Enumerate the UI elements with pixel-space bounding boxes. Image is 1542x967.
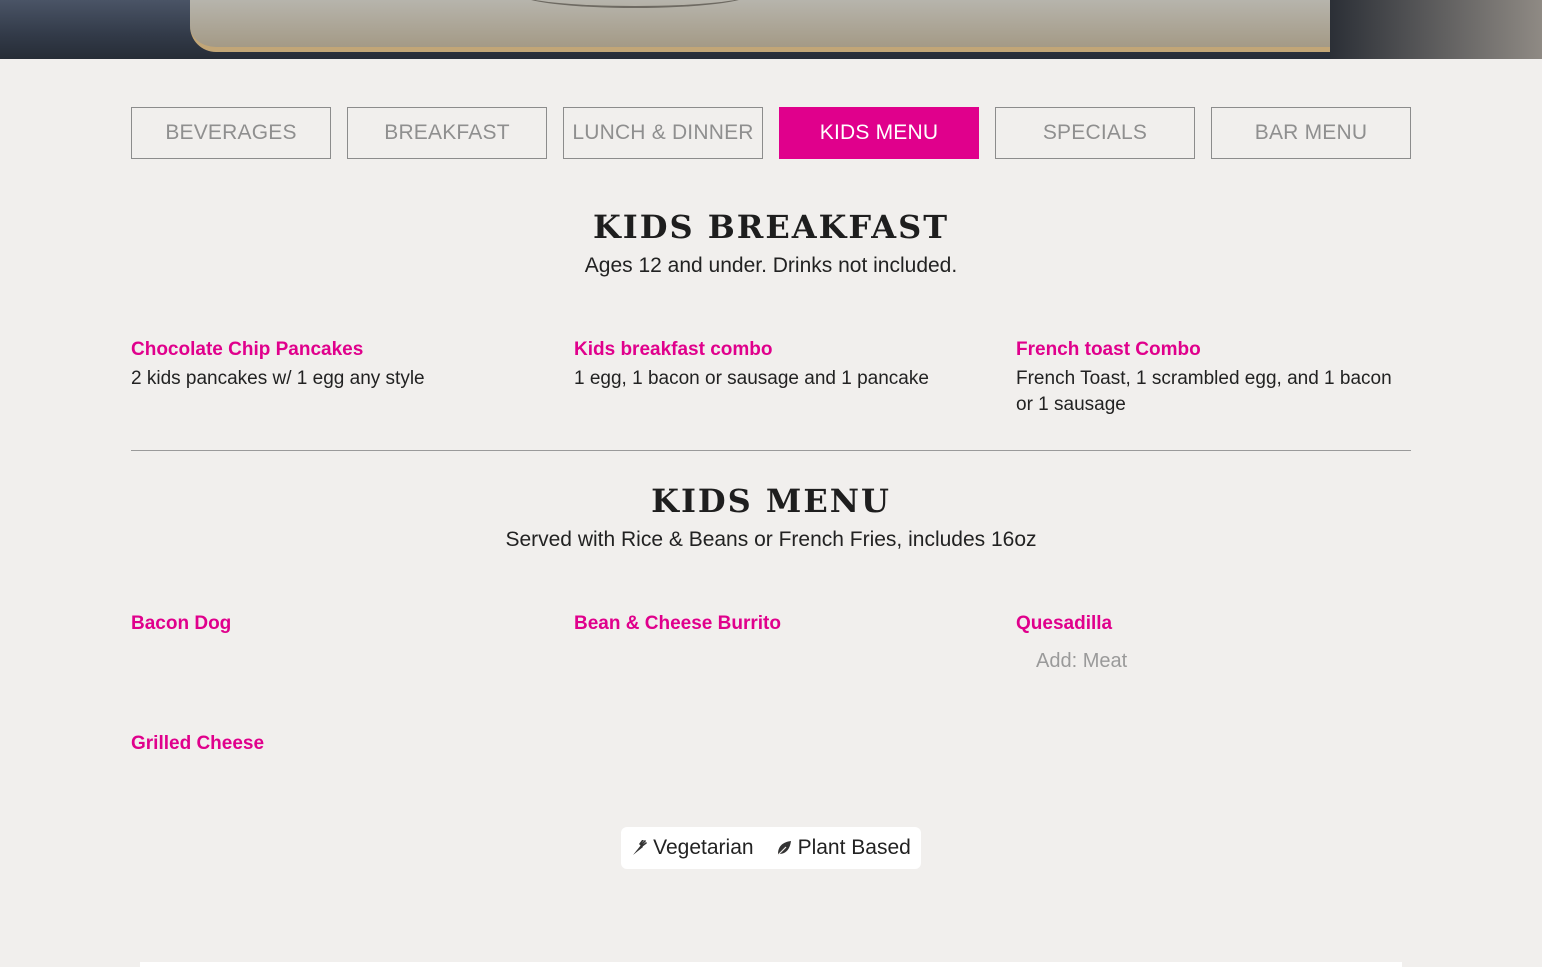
menu-tabs: BEVERAGES BREAKFAST LUNCH & DINNER KIDS … bbox=[131, 107, 1411, 159]
menu-item: Quesadilla Add: Meat bbox=[1016, 612, 1411, 673]
item-description: French Toast, 1 scrambled egg, and 1 bac… bbox=[1016, 368, 1392, 415]
menu-item: Bean & Cheese Burrito bbox=[574, 612, 969, 636]
menu-item: French toast Combo French Toast, 1 scram… bbox=[1016, 338, 1411, 418]
menu-item: Bacon Dog bbox=[131, 612, 526, 636]
hero-plate bbox=[190, 0, 1360, 52]
diet-legend: Vegetarian Plant Based bbox=[621, 827, 921, 869]
item-name: Bean & Cheese Burrito bbox=[574, 613, 781, 634]
tab-kids-menu[interactable]: KIDS MENU bbox=[779, 107, 979, 159]
item-addon: Add: Meat bbox=[1036, 650, 1128, 672]
item-name: Grilled Cheese bbox=[131, 733, 265, 754]
legend-plant-based: Plant Based bbox=[776, 836, 911, 860]
legend-label: Vegetarian bbox=[653, 836, 754, 859]
carrot-icon bbox=[631, 840, 647, 856]
section-subtitle-kids-breakfast: Ages 12 and under. Drinks not included. bbox=[584, 254, 958, 277]
item-name: Kids breakfast combo bbox=[574, 339, 773, 360]
section-subtitle-kids-menu: Served with Rice & Beans or French Fries… bbox=[505, 528, 1037, 551]
section-title-kids-menu: KIDS MENU bbox=[651, 482, 891, 520]
hero-image bbox=[0, 0, 1542, 59]
item-name: French toast Combo bbox=[1016, 339, 1201, 360]
item-name: Quesadilla bbox=[1016, 613, 1113, 634]
tab-specials[interactable]: SPECIALS bbox=[995, 107, 1195, 159]
menu-item: Chocolate Chip Pancakes 2 kids pancakes … bbox=[131, 338, 526, 392]
item-name: Chocolate Chip Pancakes bbox=[131, 339, 364, 360]
menu-item: Grilled Cheese bbox=[131, 732, 526, 756]
tab-lunch-dinner[interactable]: LUNCH & DINNER bbox=[563, 107, 763, 159]
section-divider bbox=[131, 450, 1411, 451]
legend-label: Plant Based bbox=[797, 836, 911, 859]
item-description: 1 egg, 1 bacon or sausage and 1 pancake bbox=[574, 368, 929, 389]
item-description: 2 kids pancakes w/ 1 egg any style bbox=[131, 368, 425, 389]
footer-edge bbox=[140, 962, 1402, 967]
leaf-icon bbox=[776, 840, 792, 856]
legend-vegetarian: Vegetarian bbox=[631, 836, 754, 860]
item-name: Bacon Dog bbox=[131, 613, 232, 634]
tab-beverages[interactable]: BEVERAGES bbox=[131, 107, 331, 159]
section-title-kids-breakfast: KIDS BREAKFAST bbox=[592, 208, 950, 246]
tab-breakfast[interactable]: BREAKFAST bbox=[347, 107, 547, 159]
tab-bar-menu[interactable]: BAR MENU bbox=[1211, 107, 1411, 159]
menu-item: Kids breakfast combo 1 egg, 1 bacon or s… bbox=[574, 338, 969, 392]
